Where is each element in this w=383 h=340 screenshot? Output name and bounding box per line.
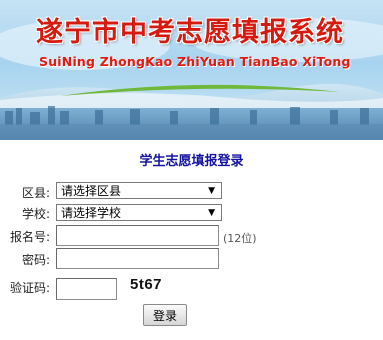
chevron-down-icon: ▼ xyxy=(208,186,215,196)
banner-title: 遂宁市中考志愿填报系统 xyxy=(36,17,344,48)
chevron-down-icon: ▼ xyxy=(208,208,215,218)
login-form-title: 学生志愿填报登录 xyxy=(139,154,244,169)
captcha-code: 5t67 xyxy=(130,276,163,293)
password-input[interactable] xyxy=(56,248,219,269)
school-select[interactable]: 请选择学校 ▼ xyxy=(56,204,222,221)
banner-subtitle: SuiNing ZhongKao ZhiYuan TianBao XiTong xyxy=(39,54,351,69)
login-button[interactable]: 登录 xyxy=(143,304,187,326)
registration-label: 报名号: xyxy=(9,230,50,244)
school-selected-value: 请选择学校 xyxy=(61,206,122,220)
password-label: 密码: xyxy=(21,253,50,267)
header-banner: 遂宁市中考志愿填报系统 SuiNing ZhongKao ZhiYuan Tia… xyxy=(0,0,383,140)
district-select[interactable]: 请选择区县 ▼ xyxy=(56,182,222,199)
registration-number-input[interactable] xyxy=(56,225,219,246)
captcha-input[interactable] xyxy=(56,278,117,300)
registration-hint: (12位) xyxy=(223,232,257,245)
school-label: 学校: xyxy=(21,207,50,221)
district-label: 区县: xyxy=(21,186,50,200)
captcha-label: 验证码: xyxy=(9,281,50,295)
district-selected-value: 请选择区县 xyxy=(61,184,122,198)
